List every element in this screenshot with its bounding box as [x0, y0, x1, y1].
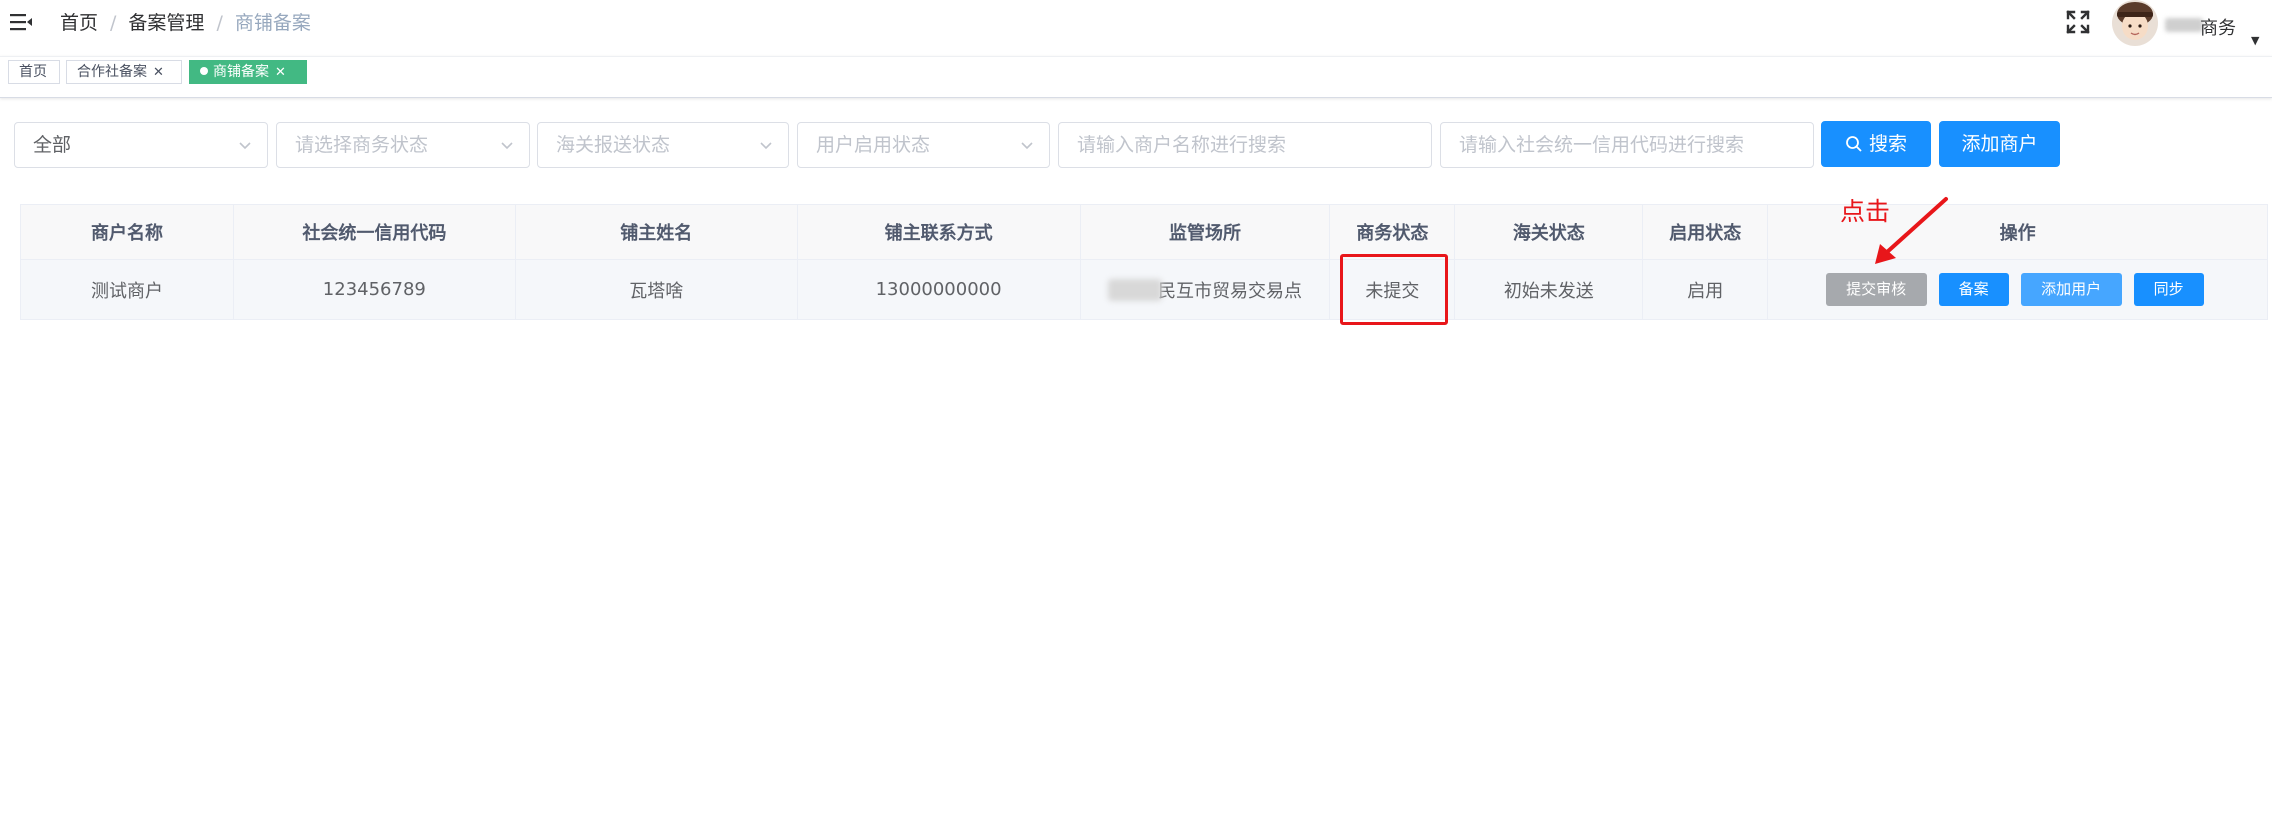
- cell-enable-status: 启用: [1643, 260, 1769, 320]
- tag-shop-record[interactable]: 商铺备案 ✕: [189, 60, 307, 84]
- breadcrumb-current: 商铺备案: [234, 12, 311, 34]
- cell-location: 民互市贸易交易点: [1080, 260, 1331, 320]
- username[interactable]: 商务: [2200, 14, 2236, 40]
- breadcrumb-home[interactable]: 首页: [60, 12, 98, 34]
- user-enable-placeholder: 用户启用状态: [816, 134, 931, 156]
- avatar-image: [2112, 0, 2158, 46]
- cell-credit-code: 123456789: [233, 260, 516, 320]
- add-user-button[interactable]: 添加用户: [2020, 273, 2122, 306]
- fullscreen-icon[interactable]: [2065, 9, 2091, 35]
- credit-code-placeholder: 请输入社会统一信用代码进行搜索: [1459, 134, 1745, 156]
- column-header: 社会统一信用代码: [233, 205, 516, 260]
- sync-button[interactable]: 同步: [2133, 273, 2204, 306]
- column-header: 商户名称: [21, 205, 234, 260]
- menu-fold-icon[interactable]: [10, 12, 32, 32]
- chevron-down-icon: [239, 142, 251, 150]
- add-merchant-button-label: 添加商户: [1961, 133, 2038, 155]
- cell-actions: 提交审核 备案 添加用户 同步: [1768, 260, 2268, 320]
- column-header: 铺主姓名: [515, 205, 798, 260]
- avatar[interactable]: [2112, 0, 2158, 46]
- scope-select-value: 全部: [33, 134, 72, 156]
- tag-label: 首页: [19, 64, 47, 80]
- user-enable-select[interactable]: 用户启用状态: [797, 122, 1050, 168]
- record-button[interactable]: 备案: [1938, 273, 2009, 306]
- close-icon[interactable]: ✕: [275, 65, 286, 80]
- column-header: 商务状态: [1330, 205, 1456, 260]
- chevron-down-icon: [501, 142, 513, 150]
- location-text: 民互市贸易交易点: [1157, 280, 1302, 302]
- submit-review-button[interactable]: 提交审核: [1825, 273, 1927, 306]
- column-header: 启用状态: [1643, 205, 1769, 260]
- cell-owner-name: 瓦塔啥: [515, 260, 798, 320]
- breadcrumb-separator: /: [216, 12, 223, 34]
- add-merchant-button[interactable]: 添加商户: [1939, 121, 2060, 167]
- chevron-down-icon: [760, 142, 772, 150]
- username-redacted: [2165, 18, 2203, 32]
- tag-home[interactable]: 首页: [8, 60, 60, 84]
- merchant-name-input[interactable]: 请输入商户名称进行搜索: [1058, 122, 1432, 168]
- arrow-icon: [1875, 197, 1948, 264]
- cell-owner-phone: 13000000000: [797, 260, 1081, 320]
- tags-view: 首页 合作社备案 ✕ 商铺备案 ✕: [0, 56, 2272, 98]
- breadcrumb-separator: /: [110, 12, 117, 34]
- customs-status-placeholder: 海关报送状态: [556, 134, 671, 156]
- column-header: 监管场所: [1080, 205, 1331, 260]
- scope-select[interactable]: 全部: [14, 122, 268, 168]
- close-icon[interactable]: ✕: [153, 65, 164, 80]
- tag-cooperative-record[interactable]: 合作社备案 ✕: [66, 60, 182, 84]
- column-header: 海关状态: [1455, 205, 1644, 260]
- caret-down-icon[interactable]: ▼: [2251, 34, 2259, 47]
- chevron-down-icon: [1021, 142, 1033, 150]
- merchant-name-placeholder: 请输入商户名称进行搜索: [1077, 134, 1287, 156]
- cell-customs-status: 初始未发送: [1455, 260, 1644, 320]
- customs-status-select[interactable]: 海关报送状态: [537, 122, 789, 168]
- business-status-placeholder: 请选择商务状态: [295, 134, 429, 156]
- business-status-select[interactable]: 请选择商务状态: [276, 122, 530, 168]
- navbar: 首页 / 备案管理 / 商铺备案 商务 ▼: [0, 0, 2272, 56]
- active-dot-icon: [200, 67, 208, 75]
- tag-label: 合作社备案: [77, 64, 147, 80]
- breadcrumb: 首页 / 备案管理 / 商铺备案: [60, 10, 311, 36]
- tag-label: 商铺备案: [213, 64, 269, 80]
- search-button-label: 搜索: [1868, 133, 1907, 155]
- cell-merchant-name: 测试商户: [21, 260, 234, 320]
- column-header: 铺主联系方式: [797, 205, 1081, 260]
- search-icon: [1846, 136, 1862, 152]
- highlight-box: [1340, 254, 1448, 325]
- credit-code-input[interactable]: 请输入社会统一信用代码进行搜索: [1440, 122, 1814, 168]
- search-button[interactable]: 搜索: [1821, 121, 1931, 167]
- breadcrumb-record-management[interactable]: 备案管理: [128, 12, 204, 34]
- location-redacted: [1107, 278, 1162, 301]
- table-row[interactable]: 测试商户 123456789 瓦塔啥 13000000000 民互市贸易交易点 …: [21, 260, 2268, 320]
